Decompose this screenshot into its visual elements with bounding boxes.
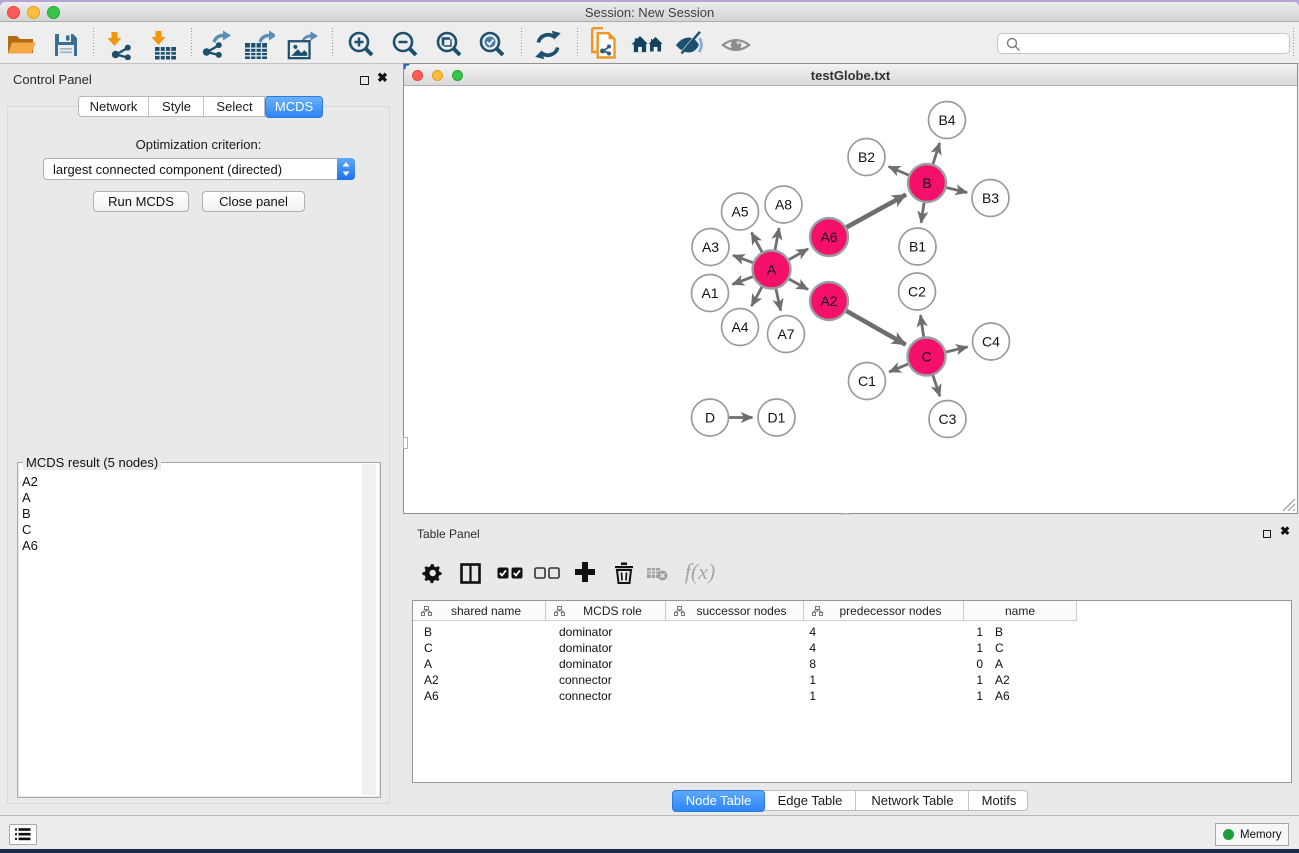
svg-text:A4: A4 [731, 319, 748, 335]
svg-text:B3: B3 [982, 190, 999, 206]
svg-text:A: A [767, 261, 777, 277]
svg-text:D1: D1 [768, 409, 786, 425]
svg-text:A6: A6 [820, 229, 837, 245]
svg-text:C: C [921, 348, 931, 364]
svg-text:A2: A2 [820, 293, 837, 309]
svg-text:D: D [705, 409, 715, 425]
svg-text:A3: A3 [702, 239, 719, 255]
svg-text:A7: A7 [777, 326, 794, 342]
svg-text:A5: A5 [731, 203, 748, 219]
svg-text:C2: C2 [908, 283, 926, 299]
svg-text:C1: C1 [858, 373, 876, 389]
svg-text:C3: C3 [939, 411, 957, 427]
svg-text:B4: B4 [938, 112, 955, 128]
svg-text:A8: A8 [775, 196, 792, 212]
svg-text:C4: C4 [982, 333, 1000, 349]
svg-text:B1: B1 [909, 238, 926, 254]
svg-text:B2: B2 [858, 149, 875, 165]
svg-text:A1: A1 [701, 285, 718, 301]
svg-text:B: B [922, 175, 931, 191]
